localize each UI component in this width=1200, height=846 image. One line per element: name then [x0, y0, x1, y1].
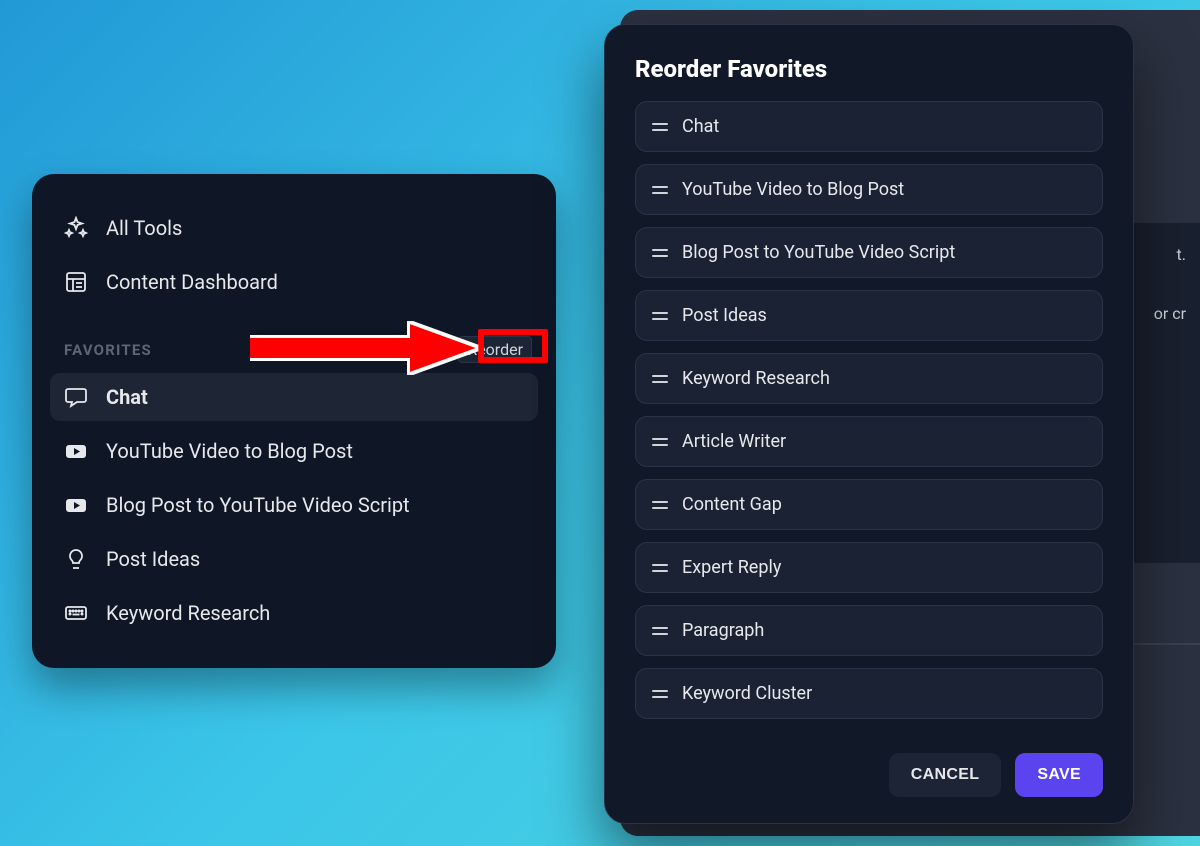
reorder-item-label: Content Gap — [682, 494, 782, 515]
reorder-item-label: YouTube Video to Blog Post — [682, 179, 904, 200]
modal-actions: CANCEL SAVE — [635, 753, 1103, 797]
youtube-icon — [64, 493, 88, 517]
nav-item-label: All Tools — [106, 216, 182, 240]
chat-icon — [64, 385, 88, 409]
nav-item-content-dashboard[interactable]: Content Dashboard — [50, 258, 538, 306]
reorder-item[interactable]: Expert Reply — [635, 542, 1103, 593]
drag-handle-icon[interactable] — [652, 563, 668, 573]
cancel-button[interactable]: CANCEL — [889, 753, 1002, 797]
reorder-favorites-modal: Reorder Favorites Chat YouTube Video to … — [604, 24, 1134, 824]
reorder-item-label: Keyword Research — [682, 368, 830, 389]
reorder-item[interactable]: Article Writer — [635, 416, 1103, 467]
reorder-item-label: Paragraph — [682, 620, 764, 641]
reorder-item-label: Blog Post to YouTube Video Script — [682, 242, 955, 263]
youtube-icon — [64, 439, 88, 463]
sidebar-item-youtube-to-blog[interactable]: YouTube Video to Blog Post — [50, 427, 538, 475]
nav-item-all-tools[interactable]: All Tools — [50, 204, 538, 252]
reorder-item[interactable]: Blog Post to YouTube Video Script — [635, 227, 1103, 278]
reorder-item[interactable]: Chat — [635, 101, 1103, 152]
keyboard-icon — [64, 601, 88, 625]
reorder-item[interactable]: YouTube Video to Blog Post — [635, 164, 1103, 215]
modal-title: Reorder Favorites — [635, 55, 1103, 83]
sidebar-item-chat[interactable]: Chat — [50, 373, 538, 421]
sidebar-item-label: Blog Post to YouTube Video Script — [106, 493, 410, 517]
reorder-item[interactable]: Keyword Research — [635, 353, 1103, 404]
sidebar-item-keyword-research[interactable]: Keyword Research — [50, 589, 538, 637]
reorder-item[interactable]: Content Gap — [635, 479, 1103, 530]
drag-handle-icon[interactable] — [652, 626, 668, 636]
sidebar-item-blog-to-youtube[interactable]: Blog Post to YouTube Video Script — [50, 481, 538, 529]
drag-handle-icon[interactable] — [652, 500, 668, 510]
save-button[interactable]: SAVE — [1015, 753, 1103, 797]
sidebar-item-label: Post Ideas — [106, 547, 200, 571]
drag-handle-icon[interactable] — [652, 374, 668, 384]
reorder-item-label: Post Ideas — [682, 305, 767, 326]
reorder-item[interactable]: Post Ideas — [635, 290, 1103, 341]
reorder-item-label: Chat — [682, 116, 719, 137]
sidebar-item-label: Keyword Research — [106, 601, 270, 625]
drag-handle-icon[interactable] — [652, 437, 668, 447]
dashboard-icon — [64, 270, 88, 294]
reorder-item[interactable]: Paragraph — [635, 605, 1103, 656]
reorder-list: Chat YouTube Video to Blog Post Blog Pos… — [635, 101, 1103, 733]
reorder-item-label: Expert Reply — [682, 557, 781, 578]
reorder-item-label: Article Writer — [682, 431, 786, 452]
sidebar-panel: All Tools Content Dashboard FAVORITES Re… — [32, 174, 556, 668]
drag-handle-icon[interactable] — [652, 185, 668, 195]
reorder-item[interactable]: Keyword Cluster — [635, 668, 1103, 719]
sidebar-item-label: Chat — [106, 385, 148, 409]
drag-handle-icon[interactable] — [652, 311, 668, 321]
lightbulb-icon — [64, 547, 88, 571]
nav-item-label: Content Dashboard — [106, 270, 278, 294]
reorder-item-label: Keyword Cluster — [682, 683, 812, 704]
sparkle-icon — [64, 216, 88, 240]
favorites-section-label: FAVORITES — [64, 341, 152, 359]
drag-handle-icon[interactable] — [652, 689, 668, 699]
drag-handle-icon[interactable] — [652, 248, 668, 258]
drag-handle-icon[interactable] — [652, 122, 668, 132]
favorites-header: FAVORITES Reorder — [50, 326, 538, 367]
reorder-button[interactable]: Reorder — [458, 336, 532, 363]
sidebar-item-post-ideas[interactable]: Post Ideas — [50, 535, 538, 583]
sidebar-item-label: YouTube Video to Blog Post — [106, 439, 353, 463]
